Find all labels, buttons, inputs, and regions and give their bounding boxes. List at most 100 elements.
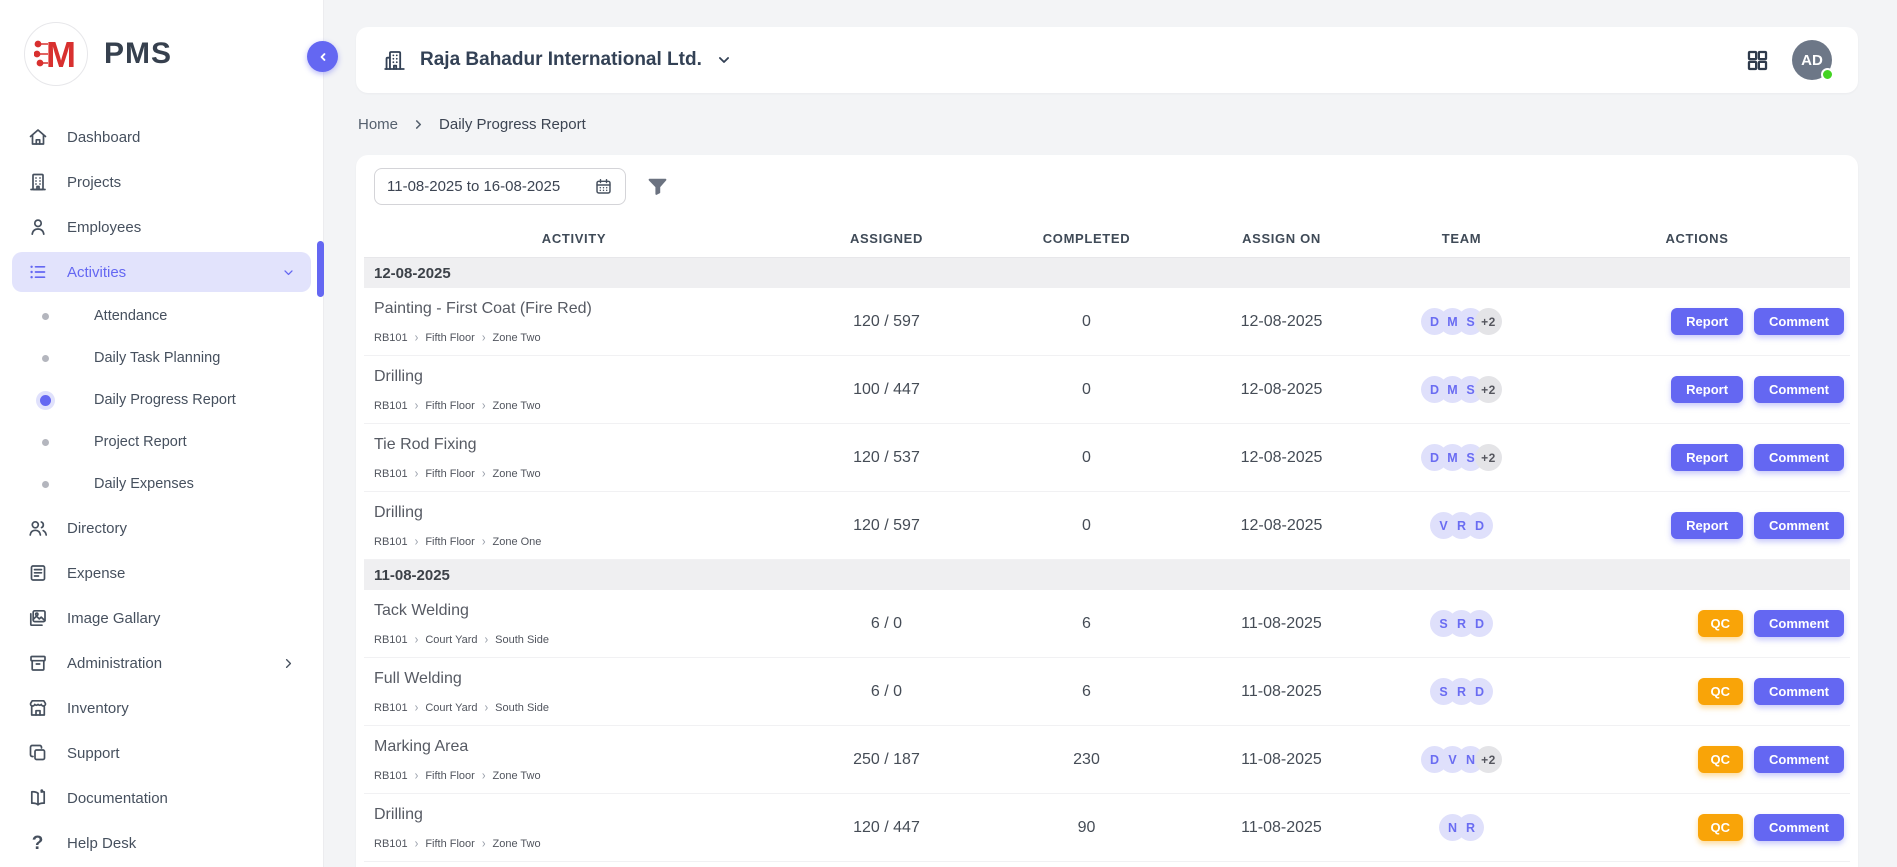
team-more-avatar[interactable]: +2: [1475, 376, 1502, 403]
team-more-avatar[interactable]: +2: [1475, 308, 1502, 335]
actions-cell: Report Comment: [1544, 512, 1850, 539]
assign-on-date: 12-08-2025: [1184, 449, 1379, 467]
team-cell: DMS+2: [1379, 376, 1544, 403]
sidebar-item-label: Support: [67, 745, 120, 762]
comment-button[interactable]: Comment: [1754, 444, 1844, 471]
activity-location-breadcrumb: RB101›Court Yard›South Side: [374, 702, 784, 714]
chevron-right-icon: [412, 118, 425, 131]
sidebar-item-label: Help Desk: [67, 835, 136, 852]
filter-funnel-icon[interactable]: [646, 175, 669, 198]
sidebar-subitem-project-report[interactable]: Project Report: [12, 424, 311, 460]
date-range-input[interactable]: 11-08-2025 to 16-08-2025: [374, 168, 626, 205]
sidebar-item-documentation[interactable]: Documentation: [12, 778, 311, 818]
sidebar-item-administration[interactable]: Administration: [12, 643, 311, 683]
completed-value: 0: [989, 449, 1184, 467]
column-header-completed: COMPLETED: [989, 231, 1184, 246]
location-segment: Court Yard: [425, 702, 477, 714]
sidebar-subitem-daily-expenses[interactable]: Daily Expenses: [12, 466, 311, 502]
sidebar-item-dashboard[interactable]: Dashboard: [12, 117, 311, 157]
column-header-team: TEAM: [1379, 231, 1544, 246]
table-row: Full WeldingRB101›Court Yard›South Side6…: [364, 658, 1850, 726]
sidebar-item-label: Directory: [67, 520, 127, 537]
sidebar-item-activities[interactable]: Activities: [12, 252, 311, 292]
breadcrumb-home[interactable]: Home: [358, 116, 398, 133]
sidebar-subitem-label: Attendance: [94, 308, 167, 324]
actions-cell: QC Comment: [1544, 746, 1850, 773]
docs-icon: [26, 787, 49, 809]
sidebar-subitem-label: Project Report: [94, 434, 187, 450]
location-segment: Fifth Floor: [425, 332, 475, 344]
activity-cell: DrillingRB101›Fifth Floor›Zone Two: [364, 368, 784, 412]
chevron-right-icon: ›: [415, 332, 419, 344]
active-route-indicator: [317, 241, 324, 297]
actions-cell: QC Comment: [1544, 814, 1850, 841]
sidebar-subitem-label: Daily Progress Report: [94, 392, 236, 408]
assigned-value: 120 / 447: [784, 819, 989, 837]
sidebar-item-label: Documentation: [67, 790, 168, 807]
sidebar-item-inventory[interactable]: Inventory: [12, 688, 311, 728]
activity-cell: Tack WeldingRB101›Court Yard›South Side: [364, 602, 784, 646]
sidebar-item-directory[interactable]: Directory: [12, 508, 311, 548]
company-selector[interactable]: Raja Bahadur International Ltd.: [382, 48, 733, 73]
comment-button[interactable]: Comment: [1754, 814, 1844, 841]
chevron-down-icon: [280, 264, 297, 281]
sidebar: M PMS Dashboard Projects Employees Activiti…: [0, 0, 324, 867]
apps-grid-icon[interactable]: [1745, 48, 1770, 73]
sidebar-item-employees[interactable]: Employees: [12, 207, 311, 247]
svg-text:M: M: [46, 34, 76, 74]
comment-button[interactable]: Comment: [1754, 376, 1844, 403]
actions-cell: Report Comment: [1544, 444, 1850, 471]
app-logo: M PMS: [0, 0, 323, 112]
report-button[interactable]: Report: [1671, 512, 1743, 539]
team-more-avatar[interactable]: +2: [1475, 746, 1502, 773]
team-more-avatar[interactable]: +2: [1475, 444, 1502, 471]
report-button[interactable]: Report: [1671, 376, 1743, 403]
sidebar-subitem-daily-task-planning[interactable]: Daily Task Planning: [12, 340, 311, 376]
location-segment: Court Yard: [425, 634, 477, 646]
chevron-right-icon: [280, 655, 297, 672]
comment-button[interactable]: Comment: [1754, 746, 1844, 773]
sidebar-item-support[interactable]: Support: [12, 733, 311, 773]
sidebar-item-projects[interactable]: Projects: [12, 162, 311, 202]
table-row: Tack WeldingRB101›Court Yard›South Side6…: [364, 590, 1850, 658]
activity-title: Tie Rod Fixing: [374, 436, 784, 454]
location-segment: Zone Two: [493, 468, 541, 480]
home-icon: [26, 126, 49, 148]
location-segment: Fifth Floor: [425, 838, 475, 850]
report-button[interactable]: Report: [1671, 444, 1743, 471]
sidebar-item-expense[interactable]: Expense: [12, 553, 311, 593]
sidebar-collapse-button[interactable]: [307, 41, 338, 72]
sidebar-nav: Dashboard Projects Employees Activities Atte…: [0, 117, 323, 867]
sidebar-subitem-daily-progress-report[interactable]: Daily Progress Report: [12, 382, 311, 418]
qc-button[interactable]: QC: [1698, 678, 1744, 705]
chevron-right-icon: ›: [485, 634, 489, 646]
activity-location-breadcrumb: RB101›Fifth Floor›Zone Two: [374, 400, 784, 412]
qc-button[interactable]: QC: [1698, 746, 1744, 773]
table-body: 12-08-2025Painting - First Coat (Fire Re…: [364, 258, 1850, 862]
sidebar-item-label: Employees: [67, 219, 141, 236]
actions-cell: QC Comment: [1544, 610, 1850, 637]
activity-title: Full Welding: [374, 670, 784, 688]
table-row: Marking AreaRB101›Fifth Floor›Zone Two25…: [364, 726, 1850, 794]
sidebar-subitem-label: Daily Expenses: [94, 476, 194, 492]
activity-location-breadcrumb: RB101›Fifth Floor›Zone Two: [374, 332, 784, 344]
sidebar-item-image-gallary[interactable]: Image Gallary: [12, 598, 311, 638]
comment-button[interactable]: Comment: [1754, 512, 1844, 539]
activity-cell: Tie Rod FixingRB101›Fifth Floor›Zone Two: [364, 436, 784, 480]
comment-button[interactable]: Comment: [1754, 308, 1844, 335]
chevron-right-icon: ›: [415, 838, 419, 850]
location-segment: RB101: [374, 332, 408, 344]
sidebar-item-help-desk[interactable]: ?Help Desk: [12, 823, 311, 863]
location-segment: Zone Two: [493, 838, 541, 850]
team-cell: SRD: [1379, 610, 1544, 637]
qc-button[interactable]: QC: [1698, 610, 1744, 637]
report-button[interactable]: Report: [1671, 308, 1743, 335]
location-segment: Fifth Floor: [425, 770, 475, 782]
user-avatar[interactable]: AD: [1792, 40, 1832, 80]
gallery-icon: [26, 607, 49, 629]
qc-button[interactable]: QC: [1698, 814, 1744, 841]
sidebar-subitem-attendance[interactable]: Attendance: [12, 298, 311, 334]
comment-button[interactable]: Comment: [1754, 678, 1844, 705]
date-range-value: 11-08-2025 to 16-08-2025: [387, 178, 560, 195]
comment-button[interactable]: Comment: [1754, 610, 1844, 637]
